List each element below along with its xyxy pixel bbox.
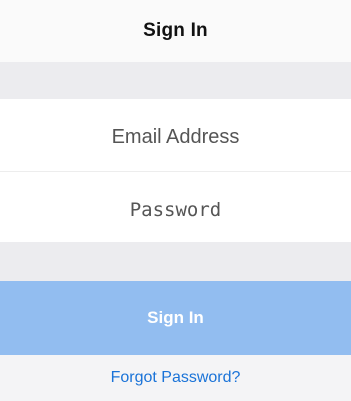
page-title: Sign In: [143, 20, 208, 41]
sign-in-screen: Sign In Sign In Forgot Password?: [0, 0, 351, 401]
credentials-form: [0, 99, 351, 245]
forgot-password-link[interactable]: Forgot Password?: [111, 369, 241, 387]
field-divider: [0, 171, 351, 172]
email-field[interactable]: [0, 102, 351, 172]
section-spacer-bottom: [0, 242, 351, 281]
navigation-bar: Sign In: [0, 0, 351, 62]
password-field[interactable]: [0, 175, 351, 245]
sign-in-button[interactable]: Sign In: [0, 281, 351, 355]
forgot-password-area: Forgot Password?: [0, 355, 351, 401]
section-spacer-top: [0, 62, 351, 99]
